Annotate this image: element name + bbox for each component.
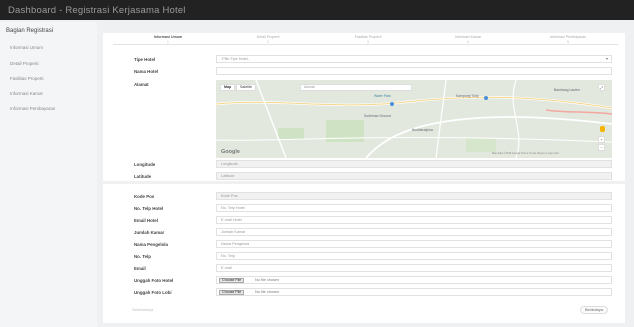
google-logo: Google: [221, 149, 240, 155]
foto-lobi-file-input[interactable]: Choose File No file chosen: [216, 288, 612, 296]
step-number: 5: [567, 40, 569, 44]
no-telp-input[interactable]: No. Telp: [216, 252, 612, 260]
map-search-input[interactable]: Alamat: [300, 84, 412, 91]
map-attribution: Map data ©2019 Google Terms of Use Repor…: [492, 152, 559, 155]
step-informasi-kamar[interactable]: Informasi Kamar 4: [418, 33, 518, 46]
latitude-label: Latitude: [134, 174, 152, 179]
no-telp-label: No. Telp: [134, 254, 151, 259]
foto-lobi-label: Unggah Foto Lobi: [134, 290, 172, 295]
step-label: Informasi Kamar: [454, 35, 482, 39]
map-place-label: Water Park: [374, 94, 391, 98]
map-view-button[interactable]: Map: [220, 84, 236, 91]
step-label: Informasi Pembayaran: [549, 35, 587, 39]
latitude-field: Latitude: [216, 172, 612, 180]
step-label: Detail Properti: [256, 35, 280, 39]
foto-hotel-file-input[interactable]: Choose File No file chosen: [216, 276, 612, 284]
map-place-label: Bambang Lauten: [554, 88, 580, 92]
address-map[interactable]: Map Satelite Alamat Kampung Tulip Water …: [216, 80, 612, 158]
choose-file-button[interactable]: Choose File: [219, 278, 245, 283]
step-number: 2: [267, 40, 269, 44]
fullscreen-icon[interactable]: ⤢: [598, 84, 605, 91]
file-status: No file chosen: [255, 290, 280, 294]
previous-button[interactable]: Sebelumnya: [132, 306, 153, 314]
map-place-label: Kampung Tulip: [456, 94, 479, 98]
choose-file-button[interactable]: Choose File: [219, 290, 245, 295]
email-hotel-input[interactable]: E-mail Hotel: [216, 216, 612, 224]
kode-pos-label: Kode Pos: [134, 194, 155, 199]
email-label: Email: [134, 266, 146, 271]
foto-hotel-label: Unggah Foto Hotel: [134, 278, 174, 283]
sidebar-item-informasi-kamar[interactable]: Informasi Kamar: [10, 91, 43, 96]
sidebar-item-informasi-pembayaran[interactable]: Informasi Pembayaran: [10, 106, 55, 111]
longitude-field: Longitude: [216, 160, 612, 168]
map-place-label: Boulderalpina: [412, 128, 433, 132]
step-number: 3: [367, 40, 369, 44]
step-fasilitas-properti[interactable]: Fasilitas Properti 3: [318, 33, 418, 46]
page-title: Dashboard - Registrasi Kerjasama Hotel: [8, 5, 186, 16]
tipe-hotel-select[interactable]: -Pilih Tipe Hotel- ▾: [216, 55, 612, 63]
pegman-icon[interactable]: [600, 126, 605, 132]
step-number: 1: [167, 40, 169, 44]
zoom-out-button[interactable]: −: [598, 144, 605, 151]
no-telp-hotel-label: No. Telp Hotel: [134, 206, 164, 211]
alamat-label: Alamat: [134, 82, 149, 87]
sidebar: Bagian Registrasi Informasi Umum Detail …: [0, 22, 97, 327]
satellite-view-button[interactable]: Satelite: [236, 84, 256, 91]
zoom-in-button[interactable]: +: [598, 136, 605, 143]
tipe-hotel-value: -Pilih Tipe Hotel-: [221, 57, 249, 61]
email-input[interactable]: E-mail: [216, 264, 612, 272]
jumlah-kamar-label: Jumlah Kamar: [134, 230, 165, 235]
top-bar: Dashboard - Registrasi Kerjasama Hotel: [0, 0, 634, 20]
nama-hotel-label: Nama Hotel: [134, 69, 159, 74]
step-informasi-pembayaran[interactable]: Informasi Pembayaran 5: [518, 33, 618, 46]
longitude-label: Longitude: [134, 162, 156, 167]
no-telp-hotel-input[interactable]: No. Telp Hotel: [216, 204, 612, 212]
jumlah-kamar-input[interactable]: Jumlah Kamar: [216, 228, 612, 236]
kode-pos-input[interactable]: Kode Pos: [216, 192, 612, 200]
map-marker-icon: [390, 102, 394, 106]
step-label: Informasi Umum: [153, 35, 183, 39]
sidebar-item-fasilitas-properti[interactable]: Fasilitas Properti: [10, 76, 44, 81]
next-button[interactable]: Berikutnya: [580, 306, 608, 314]
step-label: Fasilitas Properti: [354, 35, 382, 39]
nama-pengelola-input[interactable]: Nama Pengelola: [216, 240, 612, 248]
tipe-hotel-label: Tipe Hotel: [134, 57, 156, 62]
map-marker-icon: [484, 96, 488, 100]
map-drawing: [216, 80, 612, 158]
step-detail-properti[interactable]: Detail Properti 2: [218, 33, 318, 46]
nama-hotel-input[interactable]: [216, 67, 612, 75]
step-number: 4: [467, 40, 469, 44]
sidebar-item-informasi-umum[interactable]: Informasi Umum: [10, 45, 43, 50]
map-place-label: Sudirman Ground: [364, 114, 391, 118]
sidebar-item-detail-properti[interactable]: Detail Properti: [10, 61, 39, 66]
email-hotel-label: Email Hotel: [134, 218, 158, 223]
file-status: No file chosen: [255, 278, 280, 282]
sidebar-heading: Bagian Registrasi: [6, 28, 54, 34]
nama-pengelola-label: Nama Pengelola: [134, 242, 168, 247]
step-informasi-umum[interactable]: Informasi Umum 1: [118, 33, 218, 46]
chevron-down-icon: ▾: [605, 56, 608, 61]
